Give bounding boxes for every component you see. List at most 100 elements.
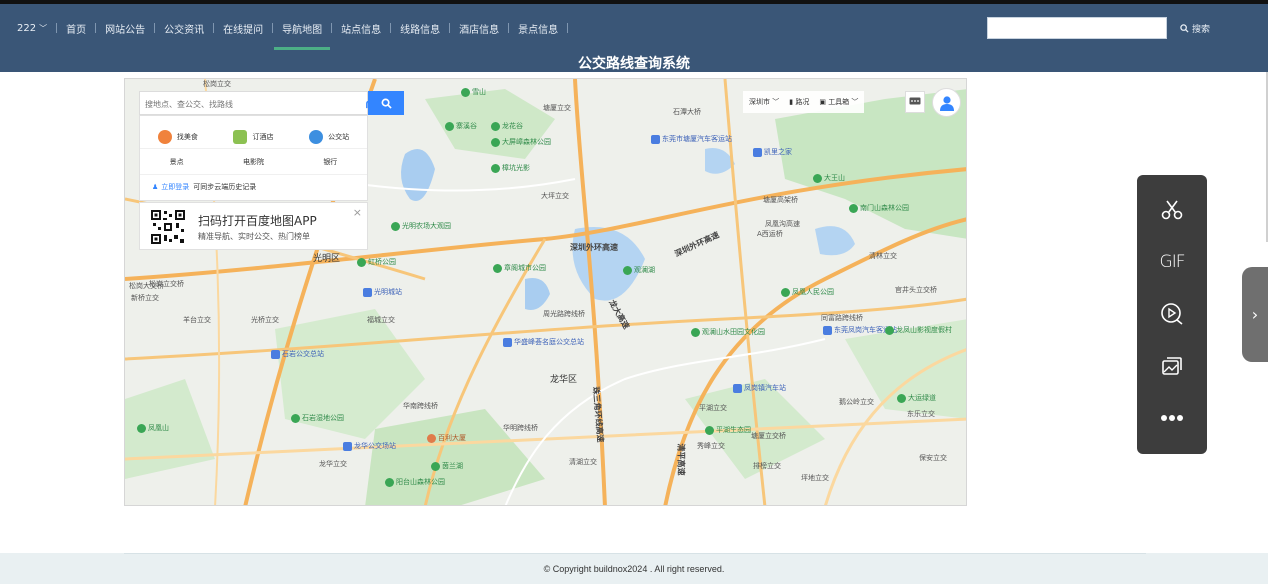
map-poi[interactable]: 百利大厦 [427, 433, 466, 443]
road-label: 塘厦立交桥 [751, 432, 786, 440]
map-poi[interactable]: 凤凰山 [137, 423, 169, 433]
map-poi[interactable]: 寨溪谷 [445, 121, 477, 131]
map-poi[interactable]: 阳台山森林公园 [385, 477, 445, 487]
city-selector[interactable]: 深圳市 ﹀ [749, 97, 779, 107]
map-poi[interactable]: 龙花谷 [491, 121, 523, 131]
copyright-text: © Copyright buildnox2024 . All right res… [543, 564, 725, 574]
nav-hotel-info[interactable]: 酒店信息 [459, 21, 499, 36]
nav-divider [567, 23, 569, 33]
map-poi[interactable]: 凯里之家 [753, 147, 792, 157]
nav-route-info[interactable]: 线路信息 [400, 21, 440, 36]
map-poi[interactable]: 虹桥公园 [357, 257, 396, 267]
user-menu[interactable]: 222 ﹀ [17, 23, 47, 34]
quick-link-label: 公交站 [328, 133, 350, 141]
map-search-button[interactable] [368, 91, 404, 115]
more-button[interactable] [1159, 405, 1185, 431]
nav-home[interactable]: 首页 [66, 21, 86, 36]
quick-link-bus-stop[interactable]: 公交站 [309, 126, 349, 148]
poi-label: 虹桥公园 [368, 258, 396, 266]
map-poi[interactable]: 大王山 [813, 173, 845, 183]
road-label: 东乐立交 [907, 410, 935, 418]
poi-label: 东莞市塘厦汽车客运站 [662, 135, 732, 143]
map-poi[interactable]: 龙华公交场站 [343, 441, 396, 451]
map-poi[interactable]: 凤凰人民公园 [781, 287, 834, 297]
poi-label: 凤凰人民公园 [792, 288, 834, 296]
map-poi[interactable]: 凤岗镇汽车站 [733, 383, 786, 393]
district-label: 光明区 [313, 254, 341, 264]
map-poi[interactable]: 石岩湿地公园 [291, 413, 344, 423]
poi-label: 石岩湿地公园 [302, 414, 344, 422]
category-cinema[interactable]: 电影院 [243, 157, 264, 167]
bus-stop-icon [309, 130, 324, 144]
poi-label: 光明城站 [374, 288, 402, 296]
park-icon [885, 325, 894, 335]
login-link[interactable]: 立即登录 [161, 182, 189, 192]
map-poi[interactable]: 石岩公交总站 [271, 349, 324, 359]
close-icon[interactable]: × [353, 206, 362, 219]
category-attractions[interactable]: 景点 [170, 157, 184, 167]
poi-label: 章阁城市公园 [504, 264, 546, 272]
record-button[interactable] [1159, 301, 1185, 327]
toolbox-menu[interactable]: ▣ 工具箱 ﹀ [819, 97, 858, 107]
screenshot-toolbar: GIF [1137, 175, 1207, 454]
map-poi[interactable]: 南门山森林公园 [849, 203, 909, 213]
map-poi[interactable]: 雪山 [461, 87, 486, 97]
road-label: A西运桥 [757, 230, 783, 238]
road-label: 光桥立交 [251, 316, 279, 324]
site-search-input[interactable] [987, 17, 1167, 39]
quick-link-food[interactable]: 找美食 [157, 126, 198, 148]
map-view[interactable]: 光明区 龙华区 深圳外环高速 深圳外环高速 龙大高速 珠三角环线高速 清平高速 … [124, 78, 967, 506]
map-poi[interactable]: 茵兰湖 [431, 461, 463, 471]
quick-link-label: 订酒店 [252, 133, 274, 141]
highway-label: 深圳外环高速 [570, 243, 618, 252]
road-label: 华明跨线桥 [503, 424, 538, 432]
nav-bus-news[interactable]: 公交资讯 [164, 21, 204, 36]
map-poi[interactable]: 观澜山水田园文化园 [691, 327, 765, 337]
map-poi[interactable]: 章阁城市公园 [493, 263, 546, 273]
poi-label: 石岩公交总站 [282, 350, 324, 358]
map-poi[interactable]: 平湖生态园 [705, 425, 751, 435]
nav-navigation-map[interactable]: 导航地图 [274, 21, 331, 50]
poi-label: 光明农场大观园 [402, 222, 451, 230]
map-poi[interactable]: 樟坑光影 [491, 163, 530, 173]
map-quick-panel: 找美食 订酒店 公交站 景点 电影院 银行 ♟ 立即登录 可同步云端历史记录 [139, 115, 368, 201]
search-icon [1180, 24, 1189, 33]
bus-station-icon [753, 147, 762, 157]
road-label: 塘厦立交 [543, 104, 571, 112]
gif-button[interactable]: GIF [1159, 249, 1186, 275]
park-icon [813, 173, 822, 183]
quick-link-hotel[interactable]: 订酒店 [233, 126, 273, 148]
district-label: 龙华区 [550, 375, 578, 385]
map-poi[interactable]: 龙凤山影视度假村 [885, 325, 952, 335]
user-avatar-button[interactable] [932, 88, 961, 117]
page-title: 公交路线查询系统 [578, 56, 690, 72]
map-search-input[interactable] [140, 93, 340, 116]
map-poi[interactable]: 光明农场大观园 [391, 221, 451, 231]
nav-attraction-info[interactable]: 景点信息 [518, 21, 558, 36]
map-poi[interactable]: 观澜湖 [623, 265, 655, 275]
scissors-button[interactable] [1159, 197, 1185, 223]
poi-label: 茵兰湖 [442, 462, 463, 470]
nav-announcements[interactable]: 网站公告 [105, 21, 145, 36]
gallery-button[interactable] [1159, 353, 1185, 379]
map-poi[interactable]: 光明城站 [363, 287, 402, 297]
map-poi[interactable]: 大屏嶂森林公园 [491, 137, 551, 147]
traffic-toggle[interactable]: ▮ 路况 [789, 97, 809, 107]
nav-online-questions[interactable]: 在线提问 [223, 21, 263, 36]
park-icon [491, 121, 500, 131]
site-search-button[interactable]: 搜索 [1180, 22, 1210, 35]
nav-stop-info[interactable]: 站点信息 [341, 21, 381, 36]
login-hint: 可同步云端历史记录 [193, 182, 257, 191]
message-icon [909, 97, 921, 105]
park-icon [385, 477, 394, 487]
expand-sidebar-tab[interactable]: › [1242, 267, 1268, 362]
map-poi[interactable]: 大运绿道 [897, 393, 936, 403]
message-button[interactable] [905, 91, 925, 113]
map-poi[interactable]: 华盛峰荟名庭公交总站 [503, 337, 584, 347]
road-label: 鹅公岭立交 [839, 398, 874, 406]
poi-label: 龙凤山影视度假村 [896, 326, 952, 334]
category-bank[interactable]: 银行 [323, 157, 337, 167]
map-poi[interactable]: 东莞市塘厦汽车客运站 [651, 134, 732, 144]
poi-label: 大屏嶂森林公园 [502, 138, 551, 146]
bus-station-icon [823, 325, 832, 335]
